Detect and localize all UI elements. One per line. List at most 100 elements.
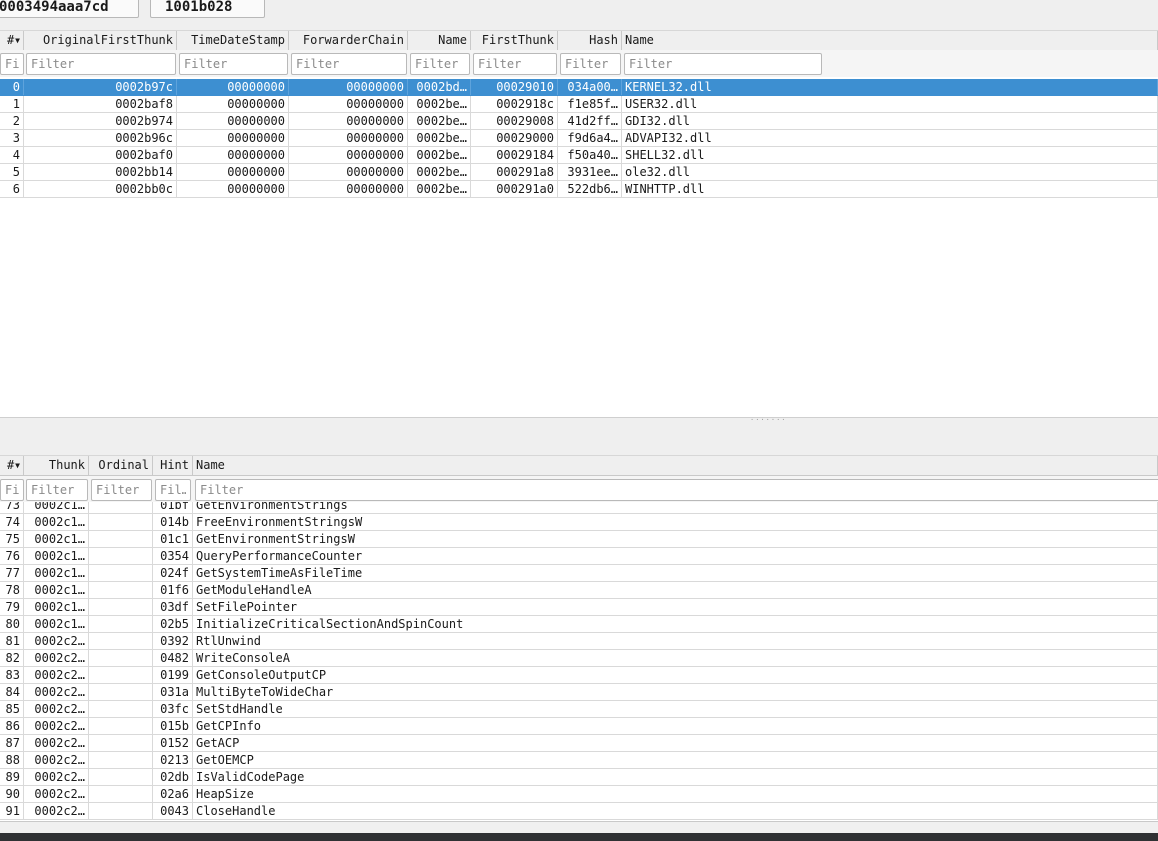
splitter-grip-icon[interactable]: ······· xyxy=(750,417,786,424)
table-cell: CloseHandle xyxy=(193,803,1158,819)
column-label: Hint xyxy=(160,458,189,472)
functions-header: #▼ Thunk Ordinal Hint Name xyxy=(0,455,1158,476)
functions-filter-input-3[interactable] xyxy=(155,479,191,501)
functions-header-2[interactable]: Ordinal xyxy=(89,456,153,475)
table-row[interactable]: 79 0002c1… 03df SetFilePointer xyxy=(0,599,1158,616)
functions-header-4[interactable]: Name xyxy=(193,456,1158,475)
imports-header-2[interactable]: TimeDateStamp xyxy=(177,31,289,50)
table-cell: 015b xyxy=(153,718,193,734)
functions-header-0[interactable]: #▼ xyxy=(0,456,24,475)
imports-filter-input-5[interactable] xyxy=(473,53,557,75)
table-row[interactable]: 90 0002c2… 02a6 HeapSize xyxy=(0,786,1158,803)
imports-filter-input-0[interactable] xyxy=(0,53,24,75)
imports-filter-input-6[interactable] xyxy=(560,53,621,75)
table-cell xyxy=(89,514,153,530)
table-row[interactable]: 91 0002c2… 0043 CloseHandle xyxy=(0,803,1158,820)
table-cell: GetEnvironmentStringsW xyxy=(193,531,1158,547)
table-row[interactable]: 80 0002c1… 02b5 InitializeCriticalSectionAn… xyxy=(0,616,1158,633)
imports-header-0[interactable]: #▼ xyxy=(0,31,24,50)
sort-descending-icon[interactable]: ▼ xyxy=(15,461,20,470)
table-row[interactable]: 76 0002c1… 0354 QueryPerformanceCounter xyxy=(0,548,1158,565)
imports-filter-input-1[interactable] xyxy=(26,53,176,75)
table-cell: HeapSize xyxy=(193,786,1158,802)
table-row[interactable]: 78 0002c1… 01f6 GetModuleHandleA xyxy=(0,582,1158,599)
table-cell xyxy=(89,786,153,802)
table-row[interactable]: 82 0002c2… 0482 WriteConsoleA xyxy=(0,650,1158,667)
table-row[interactable]: 74 0002c1… 014b FreeEnvironmentStringsW xyxy=(0,514,1158,531)
table-row[interactable]: 0 0002b97c 00000000 00000000 0002bd… 00029010… xyxy=(0,79,1158,96)
address-box[interactable]: 0003494aaa7cd xyxy=(0,0,139,18)
imports-header-3[interactable]: ForwarderChain xyxy=(289,31,408,50)
pane-splitter[interactable]: ······· xyxy=(0,417,1158,456)
table-row[interactable]: 2 0002b974 00000000 00000000 0002be… 00029008… xyxy=(0,113,1158,130)
functions-filter-input-1[interactable] xyxy=(26,479,88,501)
table-row[interactable]: 83 0002c2… 0199 GetConsoleOutputCP xyxy=(0,667,1158,684)
table-row[interactable]: 4 0002baf0 00000000 00000000 0002be… 00029184… xyxy=(0,147,1158,164)
table-cell: 0002c2… xyxy=(24,752,89,768)
functions-header-3[interactable]: Hint xyxy=(153,456,193,475)
table-row[interactable]: 85 0002c2… 03fc SetStdHandle xyxy=(0,701,1158,718)
imports-filter-input-4[interactable] xyxy=(410,53,470,75)
table-row[interactable]: 5 0002bb14 00000000 00000000 0002be… 000291a8… xyxy=(0,164,1158,181)
table-row[interactable]: 75 0002c1… 01c1 GetEnvironmentStringsW xyxy=(0,531,1158,548)
table-cell: 75 xyxy=(0,531,24,547)
functions-rows-viewport[interactable]: 73 0002c1… 01bf GetEnvironmentStrings 74 0002… xyxy=(0,502,1158,821)
imports-filter-input-3[interactable] xyxy=(291,53,407,75)
table-cell: 0002bb0c xyxy=(24,181,177,197)
table-cell: 73 xyxy=(0,502,24,513)
table-row[interactable]: 3 0002b96c 00000000 00000000 0002be… 00029000… xyxy=(0,130,1158,147)
table-cell: 0002be… xyxy=(408,147,471,163)
table-cell: 0002bb14 xyxy=(24,164,177,180)
table-cell: 031a xyxy=(153,684,193,700)
functions-filter-input-0[interactable] xyxy=(0,479,24,501)
imports-header-1[interactable]: OriginalFirstThunk xyxy=(24,31,177,50)
table-cell: 03fc xyxy=(153,701,193,717)
value-box[interactable]: 1001b028 xyxy=(150,0,265,18)
imports-header-6[interactable]: Hash xyxy=(558,31,622,50)
imports-header: #▼ OriginalFirstThunk TimeDateStamp Forward… xyxy=(0,30,1158,51)
table-cell: 0002be… xyxy=(408,181,471,197)
table-cell: 0002baf8 xyxy=(24,96,177,112)
column-label: Name xyxy=(625,33,654,47)
imports-header-7[interactable]: Name xyxy=(622,31,1158,50)
table-cell: 0002c1… xyxy=(24,531,89,547)
table-cell: WriteConsoleA xyxy=(193,650,1158,666)
table-row[interactable]: 89 0002c2… 02db IsValidCodePage xyxy=(0,769,1158,786)
imports-filter-input-2[interactable] xyxy=(179,53,288,75)
table-cell: 00029184 xyxy=(471,147,558,163)
table-row[interactable]: 87 0002c2… 0152 GetACP xyxy=(0,735,1158,752)
table-row[interactable]: 77 0002c1… 024f GetSystemTimeAsFileTime xyxy=(0,565,1158,582)
table-cell: 0043 xyxy=(153,803,193,819)
functions-filter-input-4[interactable] xyxy=(195,479,1158,501)
imports-filter-row xyxy=(0,50,1158,77)
table-row[interactable]: 73 0002c1… 01bf GetEnvironmentStrings xyxy=(0,502,1158,514)
table-row[interactable]: 84 0002c2… 031a MultiByteToWideChar xyxy=(0,684,1158,701)
table-cell: 000291a0 xyxy=(471,181,558,197)
table-cell: 0002918c xyxy=(471,96,558,112)
table-cell: 014b xyxy=(153,514,193,530)
functions-filter-input-2[interactable] xyxy=(91,479,152,501)
table-cell: FreeEnvironmentStringsW xyxy=(193,514,1158,530)
column-label: Ordinal xyxy=(98,458,149,472)
table-cell: 00000000 xyxy=(289,130,408,146)
table-cell xyxy=(89,599,153,615)
sort-descending-icon[interactable]: ▼ xyxy=(15,36,20,45)
table-cell xyxy=(89,616,153,632)
imports-header-4[interactable]: Name xyxy=(408,31,471,50)
table-row[interactable]: 6 0002bb0c 00000000 00000000 0002be… 000291a0… xyxy=(0,181,1158,198)
table-cell: 0002c1… xyxy=(24,616,89,632)
table-cell: 0002c2… xyxy=(24,633,89,649)
table-row[interactable]: 81 0002c2… 0392 RtlUnwind xyxy=(0,633,1158,650)
table-row[interactable]: 86 0002c2… 015b GetCPInfo xyxy=(0,718,1158,735)
table-cell: 0002bd… xyxy=(408,79,471,95)
imports-header-5[interactable]: FirstThunk xyxy=(471,31,558,50)
table-row[interactable]: 88 0002c2… 0213 GetOEMCP xyxy=(0,752,1158,769)
table-cell: 0002be… xyxy=(408,164,471,180)
imports-filter-input-7[interactable] xyxy=(624,53,822,75)
column-label: ForwarderChain xyxy=(302,33,404,47)
table-cell: 02db xyxy=(153,769,193,785)
functions-header-1[interactable]: Thunk xyxy=(24,456,89,475)
table-cell: QueryPerformanceCounter xyxy=(193,548,1158,564)
table-row[interactable]: 1 0002baf8 00000000 00000000 0002be… 0002918c… xyxy=(0,96,1158,113)
column-label: # xyxy=(6,33,15,47)
